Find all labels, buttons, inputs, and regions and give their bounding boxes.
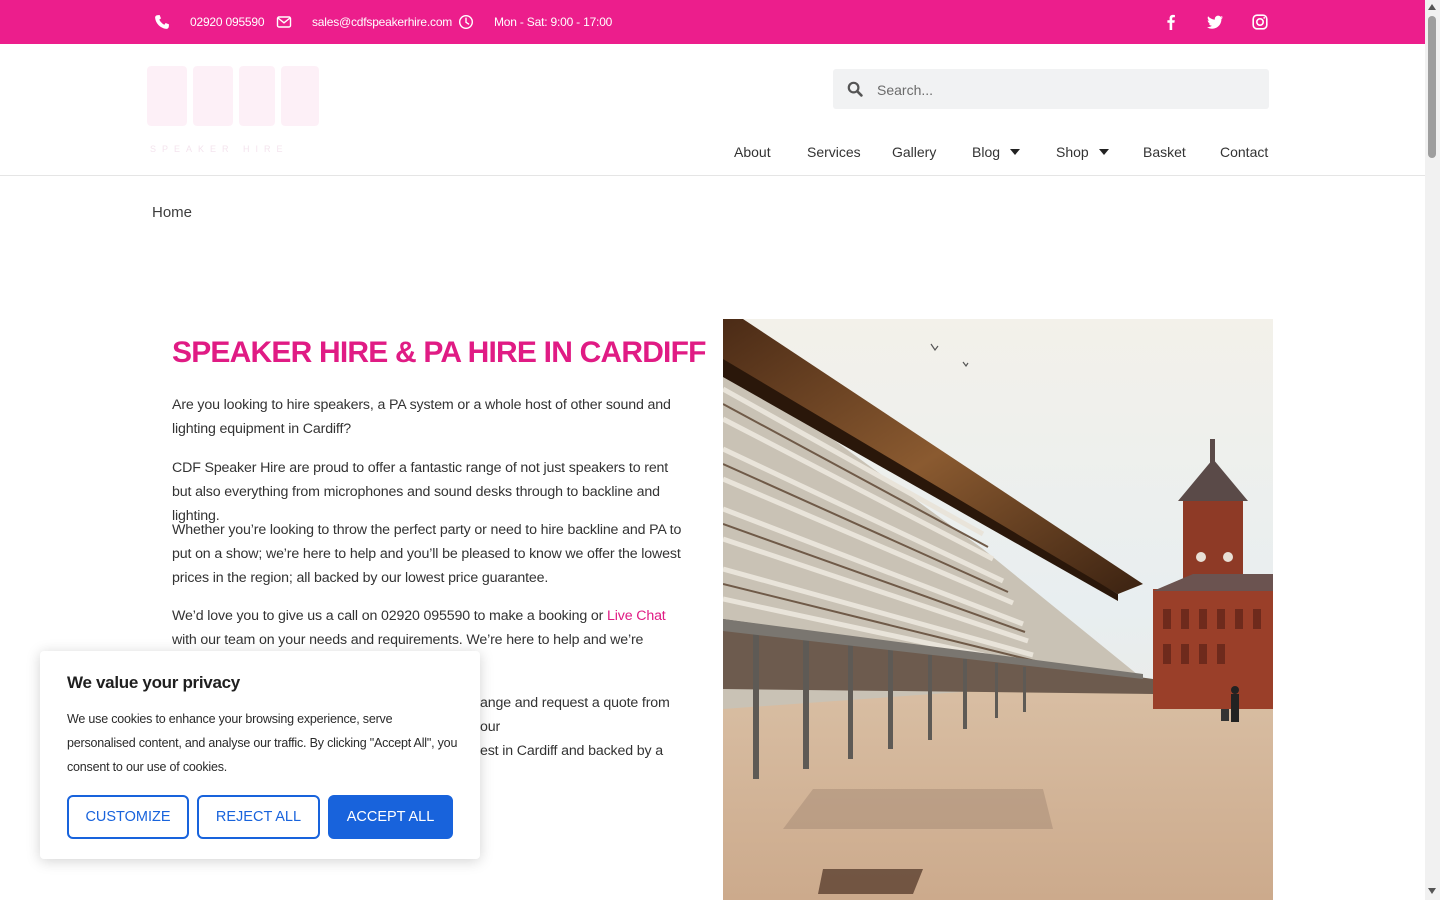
cookie-consent-dialog: We value your privacy We use cookies to … — [40, 651, 480, 859]
intro-paragraph-1: Are you looking to hire speakers, a PA s… — [172, 397, 671, 437]
search-input[interactable] — [875, 69, 1259, 111]
phone-contact[interactable]: 02920 095590 — [154, 0, 265, 44]
phone-number[interactable]: 02920 095590 — [190, 15, 265, 29]
scrollbar-thumb[interactable] — [1428, 16, 1436, 158]
nav-blog-label[interactable]: Blog — [972, 144, 1000, 160]
reject-all-button[interactable]: REJECT ALL — [197, 795, 320, 839]
nav-services[interactable]: Services — [807, 138, 861, 166]
breadcrumb[interactable]: Home — [152, 204, 192, 221]
page-title: SPEAKER HIRE & PA HIRE IN CARDIFF — [172, 336, 706, 369]
search-icon[interactable] — [847, 81, 863, 97]
nav-blog[interactable]: Blog — [972, 138, 1021, 166]
cookie-title: We value your privacy — [67, 673, 240, 692]
email-contact[interactable]: sales@cdfspeakerhire.com — [276, 0, 452, 44]
chevron-down-icon[interactable] — [1010, 149, 1021, 155]
nav-shop-label[interactable]: Shop — [1056, 144, 1089, 160]
nav-gallery[interactable]: Gallery — [892, 138, 936, 166]
nav-services-label[interactable]: Services — [807, 144, 861, 160]
instagram-icon[interactable] — [1250, 12, 1270, 32]
hours-text: Mon - Sat: 9:00 - 17:00 — [494, 15, 613, 29]
intro-paragraph-5: ange and request a quote from our est in … — [480, 691, 690, 763]
phone-icon — [154, 14, 170, 30]
email-address[interactable]: sales@cdfspeakerhire.com — [312, 15, 452, 29]
site-header: SPEAKER HIRE About Services Gallery Blog… — [0, 44, 1425, 176]
nav-basket-label[interactable]: Basket — [1143, 144, 1186, 160]
site-logo[interactable] — [143, 62, 323, 154]
live-chat-link[interactable]: Live Chat — [607, 608, 666, 624]
para5-line-2: est in Cardiff and backed by a — [480, 743, 663, 759]
search-box[interactable] — [833, 69, 1269, 111]
hero-photo — [723, 319, 1273, 900]
nav-basket[interactable]: Basket — [1143, 138, 1186, 166]
clock-icon — [458, 14, 474, 30]
logo-subtitle: SPEAKER HIRE — [150, 144, 289, 154]
customize-button[interactable]: CUSTOMIZE — [67, 795, 189, 839]
nav-shop[interactable]: Shop — [1056, 138, 1109, 166]
nav-gallery-label[interactable]: Gallery — [892, 144, 936, 160]
nav-contact[interactable]: Contact — [1220, 138, 1268, 166]
nav-about[interactable]: About — [734, 138, 771, 166]
page-scrollbar[interactable] — [1425, 0, 1440, 900]
para4-text-before: We’d love you to give us a call on 02920… — [172, 608, 608, 624]
opening-hours: Mon - Sat: 9:00 - 17:00 — [458, 0, 612, 44]
facebook-icon[interactable] — [1161, 12, 1181, 32]
chevron-down-icon[interactable] — [1098, 149, 1109, 155]
nav-about-label[interactable]: About — [734, 144, 771, 160]
cookie-body: We use cookies to enhance your browsing … — [67, 712, 458, 774]
para5-line-1: ange and request a quote from our — [480, 695, 670, 735]
intro-paragraph-3: Whether you’re looking to throw the perf… — [172, 522, 682, 586]
envelope-icon — [276, 14, 292, 30]
scroll-down-arrow-icon[interactable] — [1428, 888, 1436, 894]
scroll-up-arrow-icon[interactable] — [1428, 4, 1436, 10]
twitter-icon[interactable] — [1205, 12, 1225, 32]
accept-all-button[interactable]: ACCEPT ALL — [328, 795, 453, 839]
nav-contact-label[interactable]: Contact — [1220, 144, 1268, 160]
top-bar: 02920 095590 sales@cdfspeakerhire.com Mo… — [0, 0, 1425, 44]
